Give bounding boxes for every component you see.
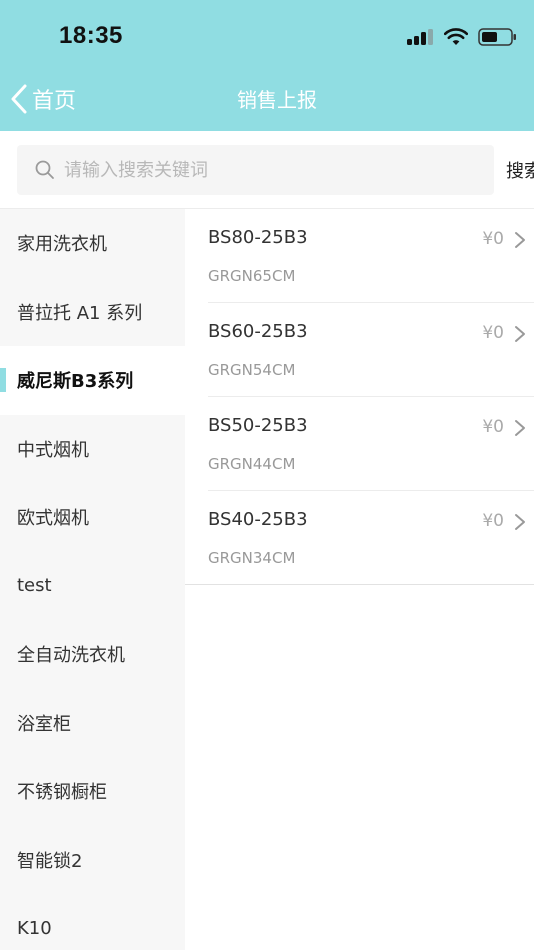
active-indicator — [0, 368, 6, 392]
product-price: ¥0 — [482, 511, 504, 531]
product-name: BS80-25B3 — [208, 227, 308, 248]
chevron-right-icon — [515, 326, 525, 342]
chevron-right-icon — [515, 514, 525, 530]
product-name: BS60-25B3 — [208, 321, 308, 342]
category-label: 欧式烟机 — [17, 508, 89, 530]
category-item[interactable]: 不锈钢橱柜 — [0, 757, 185, 826]
product-item[interactable]: BS50-25B3 GRGN44CM ¥0 — [208, 397, 534, 491]
chevron-right-icon — [515, 420, 525, 436]
product-item[interactable]: BS60-25B3 GRGN54CM ¥0 — [208, 303, 534, 397]
product-code: GRGN54CM — [208, 361, 296, 379]
product-name: BS50-25B3 — [208, 415, 308, 436]
status-icons — [406, 25, 518, 49]
category-item[interactable]: 中式烟机 — [0, 415, 185, 484]
category-sidebar: 家用洗衣机 普拉托 A1 系列 威尼斯B3系列 中式烟机 欧式烟机 test 全… — [0, 209, 185, 950]
category-label: 威尼斯B3系列 — [17, 371, 134, 393]
product-code: GRGN44CM — [208, 455, 296, 473]
category-label: 不锈钢橱柜 — [17, 782, 107, 804]
search-bar: 搜索 — [0, 131, 534, 209]
status-time: 18:35 — [59, 22, 123, 49]
category-item[interactable]: 欧式烟机 — [0, 483, 185, 552]
battery-icon — [478, 28, 516, 46]
product-price: ¥0 — [482, 417, 504, 437]
category-label: K10 — [17, 917, 52, 939]
category-label: 普拉托 A1 系列 — [17, 302, 143, 324]
category-item-active[interactable]: 威尼斯B3系列 — [0, 346, 185, 415]
category-item[interactable]: test — [0, 552, 185, 621]
category-label: 全自动洗衣机 — [17, 645, 125, 667]
chevron-right-icon — [515, 232, 525, 248]
signal-icon — [407, 29, 433, 45]
page-title: 销售上报 — [237, 88, 317, 112]
category-item[interactable]: 浴室柜 — [0, 689, 185, 758]
product-name: BS40-25B3 — [208, 509, 308, 530]
category-label: 中式烟机 — [17, 439, 89, 461]
header: 18:35 首页 销售上报 — [0, 0, 534, 131]
category-item[interactable]: K10 — [0, 894, 185, 950]
category-label: 家用洗衣机 — [17, 234, 107, 256]
category-item[interactable]: 智能锁2 — [0, 826, 185, 895]
product-item[interactable]: BS40-25B3 GRGN34CM ¥0 — [185, 491, 534, 585]
product-code: GRGN65CM — [208, 267, 296, 285]
category-label: 浴室柜 — [17, 713, 71, 735]
product-panel: BS80-25B3 GRGN65CM ¥0 BS60-25B3 GRGN54CM… — [185, 209, 534, 950]
product-price: ¥0 — [482, 229, 504, 249]
product-code: GRGN34CM — [208, 549, 296, 567]
product-price: ¥0 — [482, 323, 504, 343]
category-item[interactable]: 全自动洗衣机 — [0, 620, 185, 689]
product-item[interactable]: BS80-25B3 GRGN65CM ¥0 — [208, 209, 534, 303]
category-label: 智能锁2 — [17, 850, 83, 872]
search-icon — [35, 160, 54, 179]
search-input[interactable] — [64, 159, 464, 181]
product-list: BS80-25B3 GRGN65CM ¥0 BS60-25B3 GRGN54CM… — [185, 209, 534, 585]
category-item[interactable]: 家用洗衣机 — [0, 209, 185, 278]
category-label: test — [17, 575, 52, 597]
search-button[interactable]: 搜索 — [506, 157, 534, 183]
category-item[interactable]: 普拉托 A1 系列 — [0, 278, 185, 347]
search-box[interactable] — [17, 145, 494, 195]
wifi-icon — [444, 28, 468, 45]
